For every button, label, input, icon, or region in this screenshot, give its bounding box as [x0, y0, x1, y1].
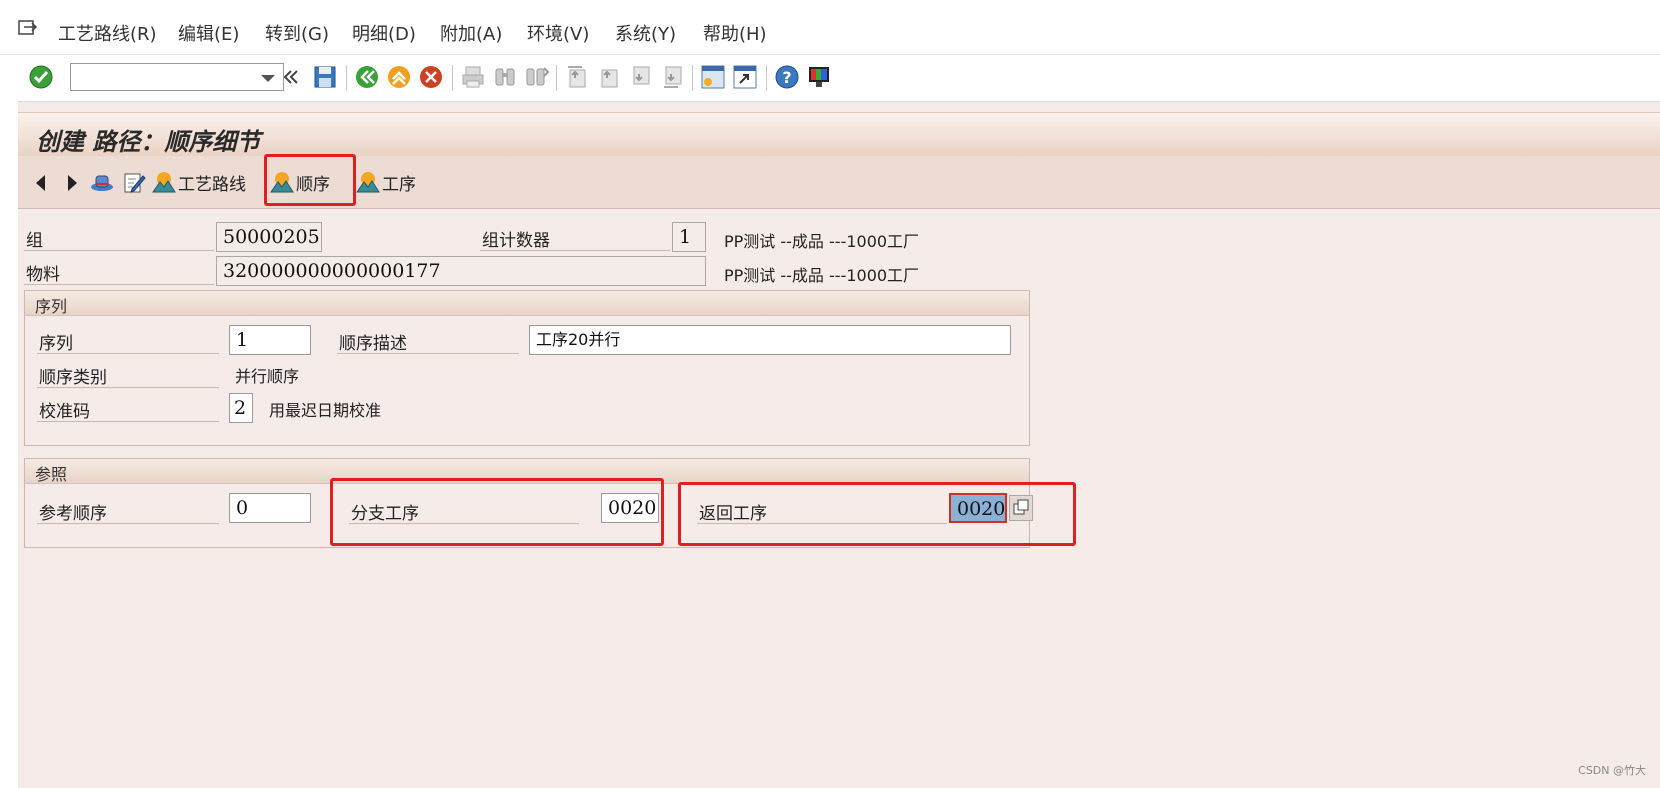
cancel-icon[interactable]	[418, 64, 444, 90]
menu-edit[interactable]: 编辑(E)	[178, 20, 239, 46]
help-icon[interactable]: ?	[774, 64, 800, 90]
next-page-icon[interactable]	[628, 64, 654, 90]
menu-goto[interactable]: 转到(G)	[265, 20, 329, 46]
print-icon[interactable]	[460, 64, 486, 90]
edit-pencil-icon[interactable]	[122, 170, 146, 194]
menu-extras[interactable]: 附加(A)	[440, 20, 502, 46]
page-title: 创建 路径：顺序细节	[36, 127, 261, 156]
label-underline	[24, 250, 214, 251]
find-next-icon[interactable]	[524, 64, 550, 90]
menu-environment[interactable]: 环境(V)	[527, 20, 589, 46]
sequence-category-value: 并行顺序	[235, 367, 300, 386]
prev-page-icon[interactable]	[596, 64, 622, 90]
ref-sequence-label: 参考顺序	[39, 504, 107, 524]
toolbar-separator	[346, 65, 347, 91]
new-session-icon[interactable]	[700, 64, 726, 90]
highlight-branch-operation	[330, 478, 664, 546]
sequence-group: 序列 序列 1 顺序描述 工序20并行 顺序类别 并行顺序 校准码 2 用最迟日…	[24, 290, 1030, 446]
menu-bar: 工艺路线(R) 编辑(E) 转到(G) 明细(D) 附加(A) 环境(V) 系统…	[0, 0, 1660, 55]
left-strip	[0, 0, 18, 788]
group-counter-field[interactable]: 1	[672, 222, 706, 252]
toolbar-separator	[452, 65, 453, 91]
toolbar-separator	[766, 65, 767, 91]
material-description: PP测试 --成品 ---1000工厂	[724, 266, 920, 285]
mountain-icon	[152, 172, 176, 193]
menu-routing[interactable]: 工艺路线(R)	[58, 20, 157, 46]
menu-help[interactable]: 帮助(H)	[703, 20, 767, 46]
standard-toolbar: ?	[18, 55, 1660, 102]
sequence-group-header: 序列	[25, 291, 1029, 316]
sequence-group-title: 序列	[35, 297, 68, 316]
operation-label: 工序	[382, 174, 416, 195]
title-bar: 创建 路径：顺序细节	[18, 112, 1660, 157]
command-field[interactable]	[70, 63, 284, 91]
save-icon[interactable]	[312, 64, 338, 90]
shortcut-icon[interactable]	[732, 64, 758, 90]
toolbar-separator	[692, 65, 693, 91]
sequence-description-field[interactable]: 工序20并行	[529, 325, 1011, 355]
system-menu-icon[interactable]	[18, 18, 38, 36]
group-counter-label: 组计数器	[482, 231, 550, 251]
previous-arrow-icon[interactable]	[36, 175, 45, 191]
highlight-return-operation	[678, 482, 1076, 546]
last-page-icon[interactable]	[660, 64, 686, 90]
collapse-command-icon[interactable]	[282, 64, 300, 90]
ref-sequence-field[interactable]: 0	[229, 493, 311, 523]
operation-button[interactable]: 工序	[356, 168, 416, 196]
toolbar-separator	[556, 65, 557, 91]
material-field[interactable]: 320000000000000177	[216, 256, 706, 286]
reference-group-title: 参照	[35, 465, 68, 484]
sequence-label: 序列	[39, 334, 73, 354]
find-icon[interactable]	[492, 64, 518, 90]
alignment-label: 校准码	[39, 402, 90, 422]
label-underline	[37, 421, 219, 422]
dropdown-arrow-icon[interactable]	[261, 75, 275, 82]
routing-button[interactable]: 工艺路线	[152, 168, 246, 196]
alignment-field[interactable]: 2	[229, 393, 253, 423]
group-label: 组	[26, 231, 43, 251]
back-icon[interactable]	[354, 64, 380, 90]
label-underline	[37, 353, 219, 354]
label-underline	[480, 250, 670, 251]
svg-text:?: ?	[782, 68, 791, 87]
layout-icon[interactable]	[806, 64, 832, 90]
highlight-sequence-button	[264, 154, 356, 206]
watermark: CSDN @竹大	[1578, 764, 1646, 777]
sequence-desc-label: 顺序描述	[339, 334, 407, 354]
material-label: 物料	[26, 265, 60, 285]
label-underline	[337, 353, 519, 354]
enter-icon[interactable]	[28, 64, 54, 90]
mountain-icon	[356, 172, 380, 193]
alignment-text: 用最迟日期校准	[269, 401, 382, 420]
menu-details[interactable]: 明细(D)	[352, 20, 416, 46]
sequence-field[interactable]: 1	[229, 325, 311, 355]
group-field[interactable]: 50000205	[216, 222, 322, 252]
sequence-category-label: 顺序类别	[39, 368, 107, 388]
label-underline	[37, 523, 219, 524]
next-arrow-icon[interactable]	[68, 175, 77, 191]
menu-system[interactable]: 系统(Y)	[615, 20, 676, 46]
first-page-icon[interactable]	[564, 64, 590, 90]
label-underline	[37, 387, 219, 388]
header-hat-icon[interactable]	[90, 170, 114, 194]
routing-label: 工艺路线	[178, 174, 246, 195]
exit-icon[interactable]	[386, 64, 412, 90]
group-description: PP测试 --成品 ---1000工厂	[724, 232, 920, 251]
label-underline	[24, 284, 214, 285]
